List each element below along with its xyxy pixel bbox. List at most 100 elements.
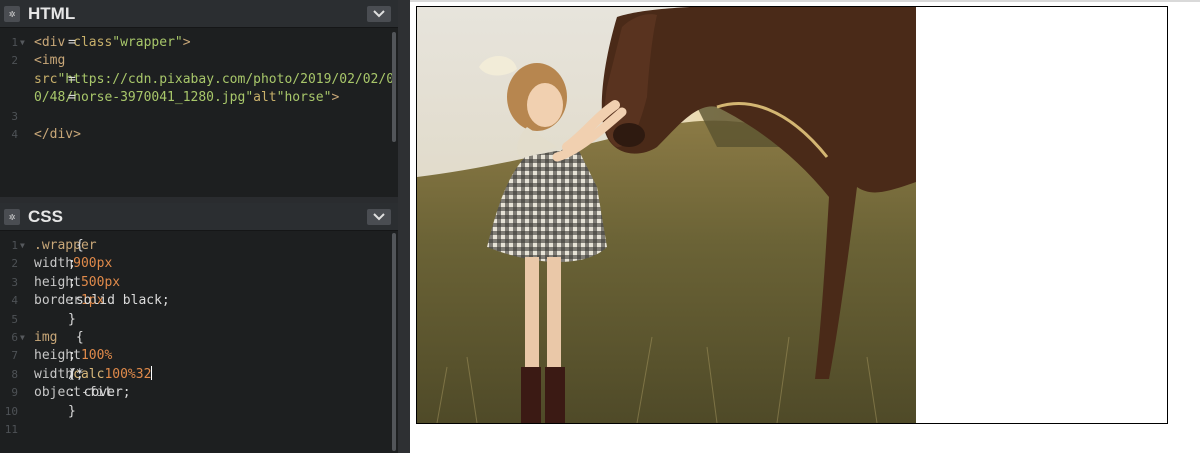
line-number: 9	[11, 386, 18, 400]
css-collapse-button[interactable]	[367, 209, 391, 225]
code-text: </div>	[34, 126, 81, 144]
code-line[interactable]: 1 ▼ <div class = "wrapper">	[0, 34, 390, 52]
code-token: ;	[68, 256, 76, 272]
code-text: .wrapper {	[34, 237, 97, 255]
code-line[interactable]: 0/48/horse-3970041_1280.jpg" alt = "horse"…	[0, 89, 390, 107]
css-panel-title: CSS	[28, 207, 63, 226]
html-panel-header: ✲ HTML	[0, 0, 398, 28]
horse-image	[417, 7, 916, 423]
code-token: );	[68, 366, 84, 382]
html-panel-title: HTML	[28, 4, 76, 23]
code-token: img	[34, 329, 58, 345]
code-token: 500px	[80, 274, 121, 290]
code-token: <img	[34, 53, 66, 69]
code-text: object-fit: cover;	[34, 384, 131, 402]
code-line[interactable]: 6 ▼ img {	[0, 329, 390, 347]
code-token: {	[68, 238, 84, 253]
code-text: width: 900px;	[34, 255, 112, 273]
code-text: 0/48/horse-3970041_1280.jpg" alt = "horse"…	[34, 89, 339, 107]
code-line[interactable]: src = "https://cdn.pixabay.com/photo/2019/…	[0, 71, 394, 89]
preview-pane	[410, 0, 1200, 453]
gear-icon[interactable]: ✲	[4, 6, 20, 22]
line-number: 4	[11, 294, 18, 308]
code-token: =	[68, 35, 76, 50]
code-token: class	[73, 35, 113, 50]
code-token: >	[182, 35, 191, 50]
code-token: src	[34, 71, 58, 87]
html-scrollbar[interactable]	[392, 32, 396, 142]
code-token: =	[68, 71, 76, 87]
code-line[interactable]: 2 <img	[0, 52, 390, 70]
gear-icon[interactable]: ✲	[4, 209, 20, 225]
code-token: : cover;	[68, 385, 131, 401]
code-token: 100%	[80, 348, 113, 364]
line-number: 2	[11, 257, 18, 271]
wrapper-box	[416, 6, 1168, 424]
code-token: 0/48/horse-3970041_1280.jpg"	[34, 90, 254, 106]
girl-petting-horse-photo	[417, 7, 916, 423]
line-number: 5	[11, 312, 18, 326]
css-panel: ✲ CSS 1 ▼ .wrapper {2 width: 900px; 3 heigh…	[0, 203, 398, 453]
css-code-area[interactable]: 1 ▼ .wrapper {2 width: 900px; 3 height: 500…	[0, 237, 390, 439]
fold-arrow-icon[interactable]: ▼	[20, 34, 25, 52]
html-panel: ✲ HTML 1 ▼ <div class = "wrapper"> 2 <img src =…	[0, 0, 398, 197]
text-cursor	[151, 365, 153, 380]
code-token: =	[68, 90, 76, 106]
code-text: <img	[34, 52, 65, 70]
code-line[interactable]: 3 height: 500px;	[0, 274, 390, 292]
code-token: }	[68, 403, 76, 419]
code-line[interactable]: 11	[0, 421, 390, 439]
code-token: alt	[253, 90, 277, 106]
code-token: ;	[68, 348, 76, 364]
code-token: solid black;	[68, 293, 170, 309]
html-code-area[interactable]: 1 ▼ <div class = "wrapper"> 2 <img src = "https:…	[0, 34, 394, 144]
code-token: }	[68, 311, 76, 327]
line-number: 11	[4, 422, 18, 436]
code-token: ;	[68, 274, 76, 290]
code-token: "wrapper"	[112, 35, 183, 50]
code-line[interactable]: 2 width: 900px;	[0, 255, 390, 273]
code-text: height: 100%;	[34, 347, 112, 365]
code-token: </div>	[34, 126, 81, 142]
code-line[interactable]: 10}	[0, 403, 390, 421]
preview-divider	[410, 0, 1200, 2]
code-token: "horse"	[276, 90, 332, 106]
chevron-down-icon	[373, 10, 385, 18]
code-line[interactable]: 4 border: 1px solid black;	[0, 292, 390, 310]
line-number: 10	[4, 404, 18, 418]
code-token: 2	[143, 366, 152, 382]
code-token: >	[331, 90, 340, 106]
line-number: 1	[11, 36, 18, 49]
chevron-down-icon	[373, 213, 385, 221]
line-number: 7	[11, 349, 18, 363]
code-line[interactable]: 7 height: 100%;	[0, 347, 390, 365]
code-line[interactable]: 3	[0, 108, 390, 126]
code-line[interactable]: 1 ▼ .wrapper {	[0, 237, 390, 255]
code-text: width: calc(100%/3 * 2);	[34, 365, 153, 384]
css-panel-header: ✲ CSS	[0, 203, 398, 231]
line-number: 1	[11, 239, 18, 252]
code-token: 100%	[104, 366, 136, 382]
line-number: 6	[11, 330, 18, 344]
editor-preview-splitter[interactable]	[398, 0, 410, 453]
line-number: 3	[11, 275, 18, 289]
line-number: 8	[11, 367, 18, 381]
editor-panels: ✲ HTML 1 ▼ <div class = "wrapper"> 2 <img src =…	[0, 0, 398, 453]
html-collapse-button[interactable]	[367, 6, 391, 22]
code-editor: ✲ HTML 1 ▼ <div class = "wrapper"> 2 <img src =…	[0, 0, 410, 453]
fold-arrow-icon[interactable]: ▼	[20, 237, 25, 255]
code-text: height: 500px;	[34, 274, 120, 292]
code-line[interactable]: 4 </div>	[0, 126, 390, 144]
fold-arrow-icon[interactable]: ▼	[20, 329, 25, 347]
code-text: src = "https://cdn.pixabay.com/photo/2019/…	[34, 71, 394, 89]
code-line[interactable]: 9 object-fit: cover;	[0, 384, 390, 402]
css-scrollbar[interactable]	[392, 233, 396, 451]
line-number: 2	[11, 54, 18, 68]
code-line[interactable]: 5}	[0, 311, 390, 329]
code-line[interactable]: 8 width: calc(100%/3 * 2);	[0, 365, 390, 384]
line-number: 3	[11, 109, 18, 123]
code-token: .wrapper	[34, 238, 97, 253]
code-text: border: 1px solid black;	[34, 292, 170, 310]
code-token: {	[68, 329, 84, 345]
